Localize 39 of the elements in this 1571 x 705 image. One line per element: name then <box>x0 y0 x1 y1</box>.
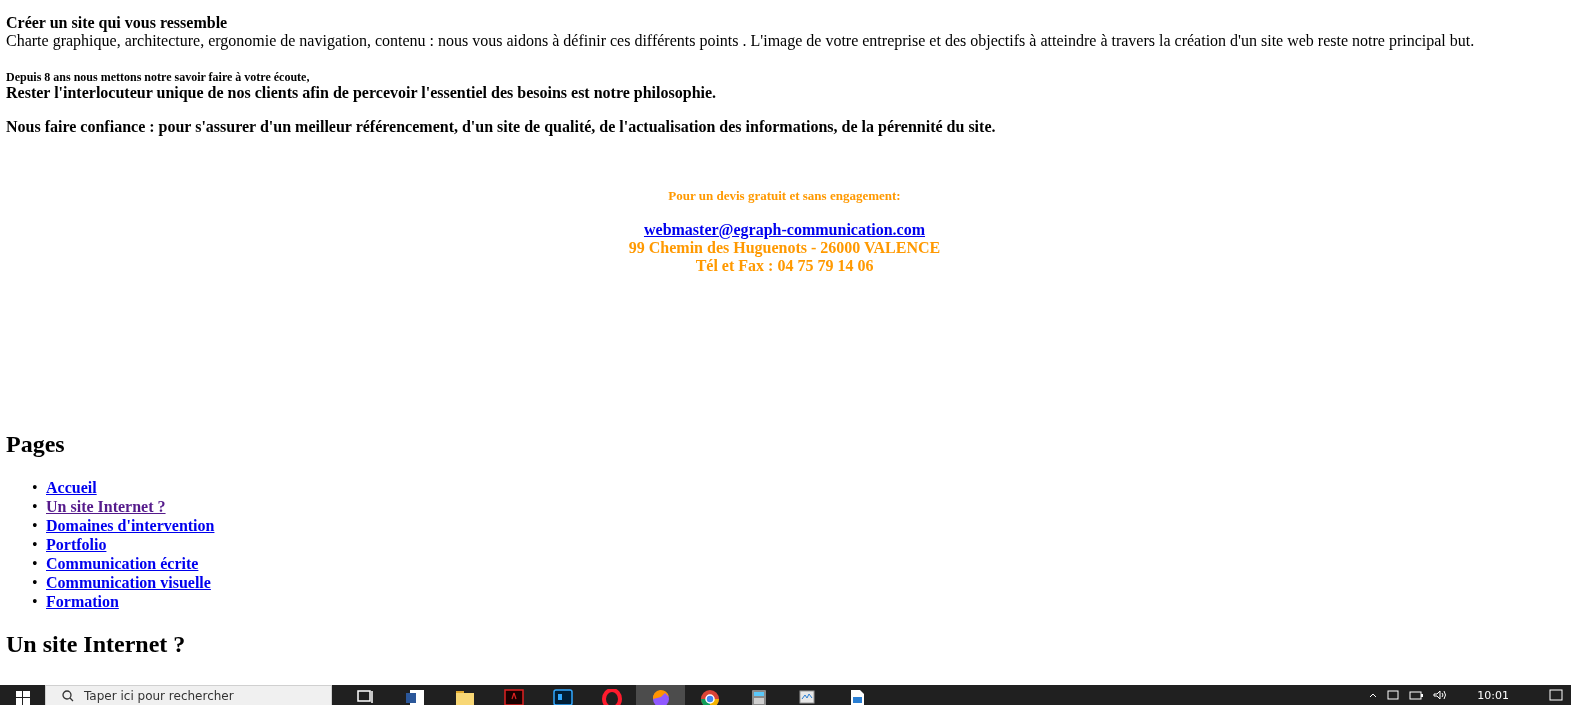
search-icon <box>62 689 74 702</box>
notification-icon[interactable] <box>1549 689 1563 701</box>
chevron-up-icon[interactable] <box>1369 692 1378 698</box>
ring-icon[interactable] <box>601 689 622 705</box>
page-link[interactable]: Accueil <box>46 479 97 496</box>
quote-prompt: Pour un devis gratuit et sans engagement: <box>668 188 901 203</box>
clock-time[interactable]: 10:01 <box>1477 685 1509 702</box>
browser-icon[interactable] <box>699 689 720 705</box>
page-link[interactable]: Communication écrite <box>46 555 199 572</box>
email-link[interactable]: webmaster@egraph-communication.com <box>643 221 926 238</box>
section-heading: Un site Internet ? <box>6 631 187 658</box>
bullet: • <box>31 516 39 535</box>
folder-icon[interactable] <box>454 689 475 705</box>
bullet: • <box>31 478 39 497</box>
network-icon[interactable] <box>1387 690 1400 700</box>
document-icon[interactable] <box>405 689 426 705</box>
trust-text: Nous faire confiance : pour s'assurer d'un meilleur référencement, d'un site de qualité, de l'actualisation des informations, de la pérennité du site. <box>6 118 997 136</box>
search-field[interactable]: Taper ici pour rechercher <box>45 685 332 705</box>
bullet: • <box>31 535 39 554</box>
monitor-icon[interactable] <box>797 689 818 705</box>
philosophy-text: Rester l'interlocuteur unique de nos clients afin de percevoir l'essentiel des besoins est notre philosophie. <box>6 84 718 102</box>
bullet: • <box>31 573 39 592</box>
bullet: • <box>31 592 39 611</box>
speaker-icon[interactable] <box>1433 690 1448 700</box>
page-link[interactable]: Portfolio <box>46 536 107 553</box>
tagline: Depuis 8 ans nous mettons notre savoir faire à votre écoute, <box>6 70 311 84</box>
bullet: • <box>31 554 39 573</box>
address-text: 99 Chemin des Huguenots - 26000 VALENCE <box>627 239 942 257</box>
phone-text: Tél et Fax : 04 75 79 14 06 <box>694 257 875 275</box>
section-title: Créer un site qui vous ressemble <box>6 14 229 32</box>
page-link[interactable]: Domaines d'intervention <box>46 517 215 534</box>
page-link[interactable]: Communication visuelle <box>46 574 211 591</box>
pages-heading: Pages <box>6 431 66 458</box>
battery-icon[interactable] <box>1409 690 1424 700</box>
bullet: • <box>31 497 39 516</box>
intro-paragraph: Charte graphique, architecture, ergonomie de navigation, contenu : nous vous aidons à définir ces différents points . L'image de votre entreprise et des objectifs à atteindre à travers la création d'un site web reste notre principal but. <box>6 32 1476 50</box>
page-link[interactable]: Formation <box>46 593 119 610</box>
page-link[interactable]: Un site Internet ? <box>46 498 166 515</box>
windows-logo-icon[interactable] <box>15 691 30 705</box>
